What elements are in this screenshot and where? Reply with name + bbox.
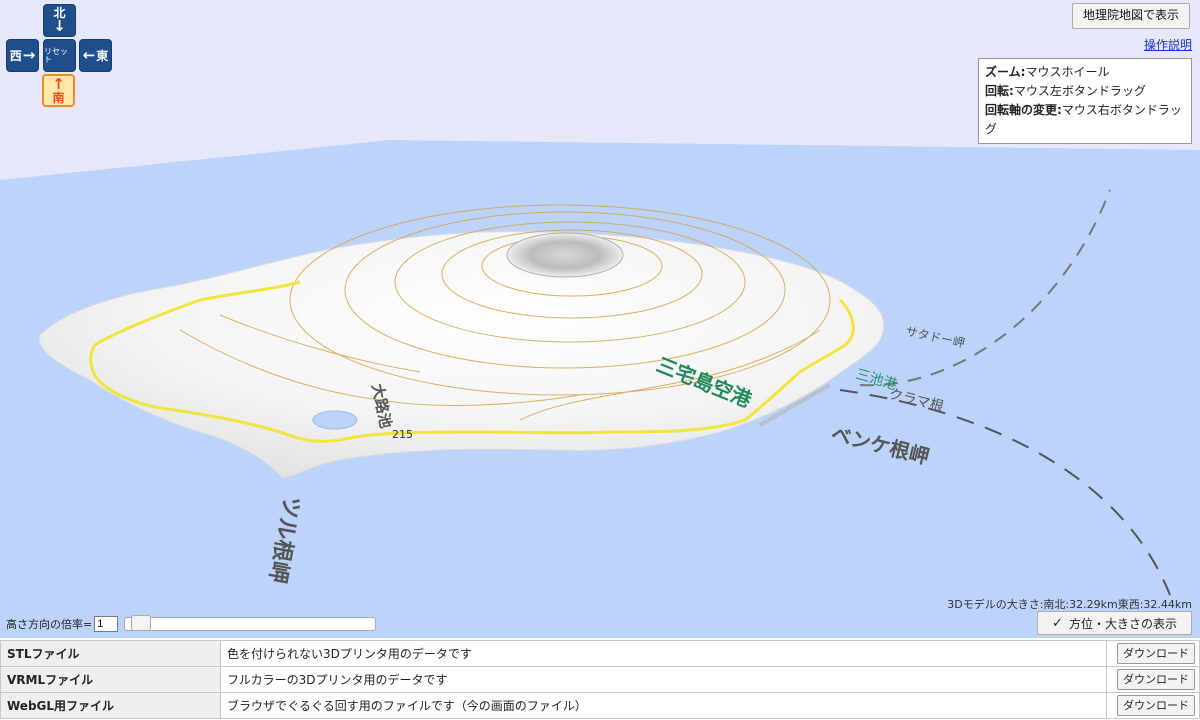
height-slider-thumb[interactable] <box>131 615 152 631</box>
reset-label: リセット <box>44 46 68 64</box>
file-name: STLファイル <box>0 640 221 667</box>
check-icon: ✓ <box>1052 615 1063 631</box>
west-label: 西 <box>9 48 22 63</box>
south-label: 南 <box>52 91 65 105</box>
height-label: 高さ方向の倍率= <box>6 618 93 631</box>
file-desc: ブラウザでぐるぐる回す用のファイルです（今の画面のファイル） <box>220 692 1107 719</box>
summit-crater <box>506 232 624 278</box>
help-row-zoom: ズーム:マウスホイール <box>985 65 1110 79</box>
file-table: STLファイル 色を付けられない3Dプリンタ用のデータです ダウンロード VRM… <box>0 640 1200 719</box>
file-desc: フルカラーの3Dプリンタ用のデータです <box>220 666 1107 693</box>
file-name: VRMLファイル <box>0 666 221 693</box>
terrain-3d-view[interactable]: 三宅島空港 三池港 ベンケ根岬 ツル根岬 クラマ根 サタドー岬 大路池 215 … <box>0 0 1200 638</box>
model-size-text: 3Dモデルの大きさ:南北:32.29km東西:32.44km <box>947 598 1192 611</box>
arrow-down-icon: ↓ <box>53 17 66 35</box>
download-stl-button[interactable]: ダウンロード <box>1117 643 1195 664</box>
label-route: 215 <box>392 428 413 441</box>
arrow-right-icon: → <box>22 46 36 64</box>
height-input[interactable] <box>94 616 119 632</box>
arrow-up-icon: ↑ <box>52 75 65 93</box>
west-button[interactable]: 西 → <box>6 39 39 72</box>
show-orientation-button[interactable]: ✓ 方位・大きさの表示 <box>1037 611 1192 635</box>
file-name: WebGL用ファイル <box>0 692 221 719</box>
north-button[interactable]: 北 ↓ <box>43 4 76 37</box>
help-link[interactable]: 操作説明 <box>1144 36 1192 53</box>
arrow-left-icon: ← <box>82 46 96 64</box>
gsi-map-button[interactable]: 地理院地図で表示 <box>1071 3 1190 29</box>
help-row-axis: 回転軸の変更:マウス右ボタンドラッグ <box>985 103 1182 136</box>
reset-button[interactable]: リセット <box>43 39 76 72</box>
height-slider[interactable] <box>124 615 377 631</box>
south-button[interactable]: ↑ 南 <box>42 74 75 107</box>
show-orientation-label: 方位・大きさの表示 <box>1068 616 1177 631</box>
table-row: WebGL用ファイル ブラウザでぐるぐる回す用のファイルです（今の画面のファイル… <box>0 692 1200 719</box>
table-row: STLファイル 色を付けられない3Dプリンタ用のデータです ダウンロード <box>0 640 1200 667</box>
table-row: VRMLファイル フルカラーの3Dプリンタ用のデータです ダウンロード <box>0 666 1200 693</box>
east-label: 東 <box>96 48 109 63</box>
download-webgl-button[interactable]: ダウンロード <box>1117 695 1195 716</box>
help-box: ズーム:マウスホイール 回転:マウス左ボタンドラッグ 回転軸の変更:マウス右ボタ… <box>978 58 1192 144</box>
height-control: 高さ方向の倍率= <box>6 615 377 632</box>
file-desc: 色を付けられない3Dプリンタ用のデータです <box>220 640 1107 667</box>
download-vrml-button[interactable]: ダウンロード <box>1117 669 1195 690</box>
east-button[interactable]: ← 東 <box>79 39 112 72</box>
help-row-rotate: 回転:マウス左ボタンドラッグ <box>985 84 1146 98</box>
oji-pond <box>312 410 358 430</box>
